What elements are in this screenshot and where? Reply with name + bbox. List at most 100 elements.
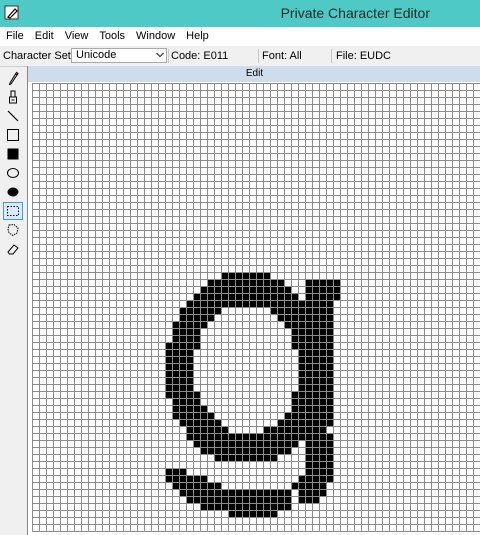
character-set-value: Unicode (76, 49, 117, 61)
glyph-pixel (319, 342, 326, 349)
glyph-pixel (319, 279, 326, 286)
glyph-pixel (207, 307, 214, 314)
glyph-pixel (179, 391, 186, 398)
glyph-pixel (242, 503, 249, 510)
glyph-pixel (228, 454, 235, 461)
glyph-pixel (249, 293, 256, 300)
glyph-pixel (263, 454, 270, 461)
glyph-pixel (214, 496, 221, 503)
menu-edit[interactable]: Edit (29, 27, 59, 46)
menu-help[interactable]: Help (180, 27, 214, 46)
glyph-pixel (179, 419, 186, 426)
glyph-pixel (249, 447, 256, 454)
tool-freeform-selection[interactable] (3, 221, 23, 239)
glyph-pixel (207, 286, 214, 293)
glyph-pixel (179, 412, 186, 419)
glyph-pixel (193, 398, 200, 405)
glyph-pixel (235, 279, 242, 286)
character-set-dropdown[interactable]: Unicode (71, 48, 167, 63)
glyph-pixel (172, 384, 179, 391)
glyph-pixel (256, 279, 263, 286)
glyph-pixel (291, 412, 298, 419)
glyph-pixel (249, 433, 256, 440)
tool-filled-rectangle[interactable] (3, 145, 23, 163)
glyph-pixel (172, 342, 179, 349)
glyph-pixel (179, 314, 186, 321)
edit-grid[interactable] (32, 83, 480, 532)
glyph-pixel (228, 300, 235, 307)
glyph-pixel (172, 475, 179, 482)
glyph-pixel (256, 272, 263, 279)
glyph-pixel (186, 342, 193, 349)
glyph-pixel (200, 475, 207, 482)
glyph-pixel (242, 279, 249, 286)
separator (258, 49, 259, 63)
tool-line[interactable] (3, 107, 23, 125)
glyph-pixel (277, 447, 284, 454)
glyph-pixel (270, 293, 277, 300)
glyph-pixel (186, 412, 193, 419)
glyph-pixel (312, 440, 319, 447)
glyph-pixel (207, 412, 214, 419)
glyph-pixel (305, 286, 312, 293)
glyph-pixel (249, 496, 256, 503)
glyph-pixel (200, 489, 207, 496)
tool-eraser[interactable] (3, 240, 23, 258)
glyph-pixel (298, 426, 305, 433)
glyph-pixel (298, 384, 305, 391)
glyph-pixel (186, 314, 193, 321)
glyph-pixel (179, 335, 186, 342)
glyph-pixel (319, 419, 326, 426)
glyph-pixel (291, 321, 298, 328)
glyph-pixel (291, 335, 298, 342)
glyph-pixel (284, 496, 291, 503)
glyph-pixel (291, 328, 298, 335)
glyph-pixel (319, 321, 326, 328)
menu-file[interactable]: File (0, 27, 29, 46)
glyph-pixel (214, 433, 221, 440)
glyph-pixel (214, 419, 221, 426)
glyph-pixel (312, 307, 319, 314)
glyph-pixel (305, 370, 312, 377)
glyph-pixel (172, 412, 179, 419)
glyph-pixel (193, 335, 200, 342)
glyph-pixel (326, 279, 333, 286)
menu-view[interactable]: View (59, 27, 94, 46)
menu-tools[interactable]: Tools (93, 27, 130, 46)
glyph-pixel (165, 356, 172, 363)
glyph-pixel (235, 300, 242, 307)
tool-hollow-rectangle[interactable] (3, 126, 23, 144)
glyph-pixel (228, 279, 235, 286)
tool-brush[interactable] (3, 88, 23, 106)
glyph-pixel (242, 510, 249, 517)
glyph-pixel (277, 314, 284, 321)
glyph-pixel (277, 433, 284, 440)
glyph-pixel (179, 321, 186, 328)
glyph-pixel (186, 349, 193, 356)
glyph-pixel (305, 496, 312, 503)
tool-pencil[interactable] (3, 69, 23, 87)
glyph-pixel (179, 307, 186, 314)
glyph-pixel (312, 482, 319, 489)
glyph-pixel (235, 503, 242, 510)
glyph-pixel (242, 447, 249, 454)
glyph-pixel (263, 503, 270, 510)
tool-filled-ellipse[interactable] (3, 183, 23, 201)
tool-rectangular-selection[interactable] (3, 202, 23, 220)
glyph-pixel (298, 370, 305, 377)
glyph-pixel (312, 426, 319, 433)
eraser-icon (7, 244, 19, 255)
tool-hollow-ellipse[interactable] (3, 164, 23, 182)
glyph-pixel (319, 384, 326, 391)
glyph-pixel (319, 286, 326, 293)
glyph-pixel (305, 447, 312, 454)
font-label: Font: All (262, 50, 302, 62)
window-title: Private Character Editor (280, 5, 430, 21)
glyph-pixel (242, 440, 249, 447)
glyph-pixel (186, 489, 193, 496)
glyph-pixel (221, 447, 228, 454)
menu-window[interactable]: Window (130, 27, 180, 46)
glyph-pixel (172, 482, 179, 489)
hollow-ellipse-icon (7, 168, 19, 178)
glyph-pixel (172, 377, 179, 384)
